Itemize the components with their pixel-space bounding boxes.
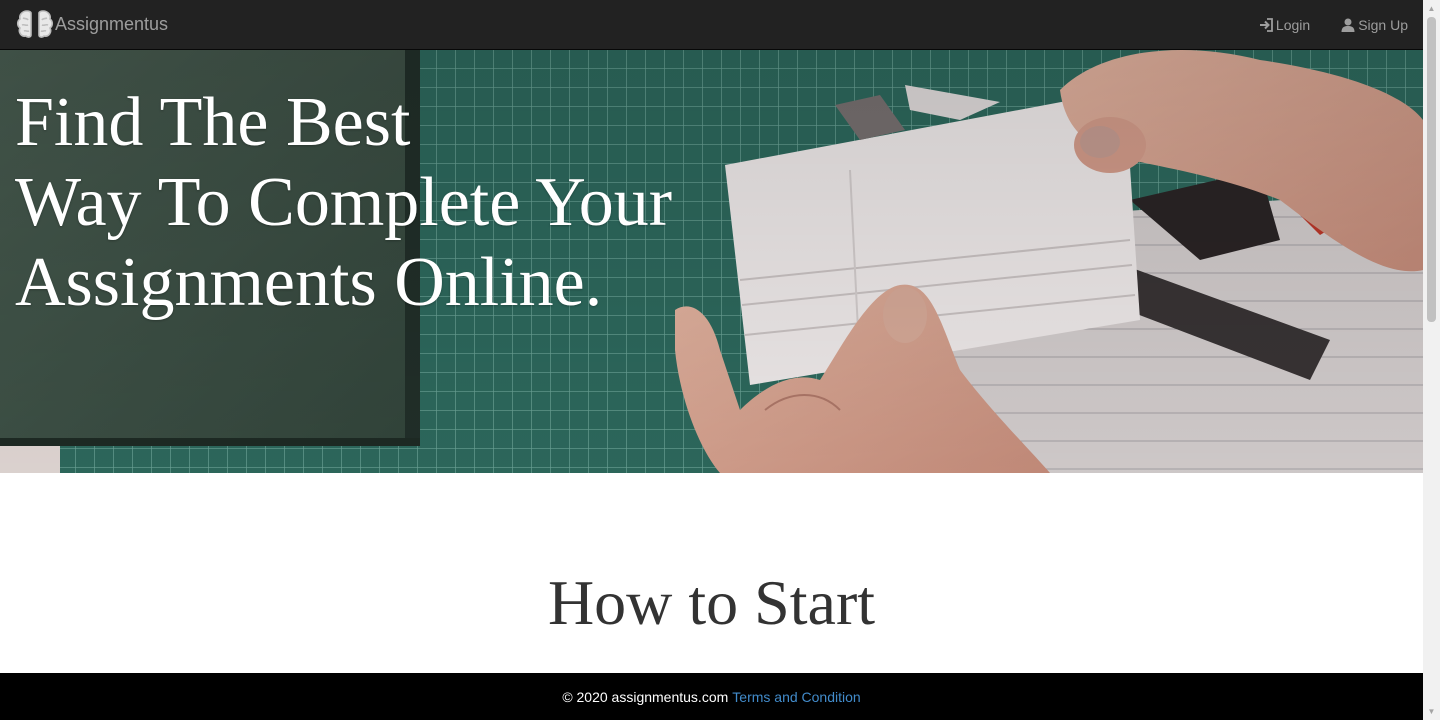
hero-title: Find The Best Way To Complete Your Assig…: [15, 83, 672, 323]
brand-link[interactable]: Assignmentus: [15, 8, 168, 40]
login-icon: [1259, 18, 1273, 32]
hero-title-line: Assignments Online.: [15, 244, 603, 321]
how-to-start-heading: How to Start: [547, 567, 876, 638]
footer-copyright: © 2020 assignmentus.com: [562, 688, 729, 705]
brand-name: Assignmentus: [55, 13, 169, 34]
terms-link[interactable]: Terms and Condition: [732, 689, 860, 705]
login-label: Login: [1275, 17, 1311, 33]
scroll-down-icon[interactable]: ▼: [1423, 703, 1440, 720]
scroll-up-icon[interactable]: ▲: [1423, 0, 1440, 17]
top-navbar: Assignmentus Login Sign Up: [0, 0, 1423, 50]
signup-link[interactable]: Sign Up: [1340, 17, 1408, 33]
footer: © 2020 assignmentus.com Terms and Condit…: [0, 673, 1423, 720]
hero-banner: Find The Best Way To Complete Your Assig…: [0, 50, 1423, 473]
login-link[interactable]: Login: [1259, 17, 1310, 33]
brain-logo-icon: [16, 10, 54, 38]
page: Assignmentus Login Sign Up Find The Best…: [0, 0, 1440, 720]
user-icon: [1341, 18, 1355, 32]
scroll-thumb[interactable]: [1427, 17, 1436, 322]
nav-right: Login Sign Up: [1229, 0, 1408, 50]
hero-title-line: Find The Best: [15, 84, 411, 161]
signup-label: Sign Up: [1358, 17, 1408, 33]
hero-title-line: Way To Complete Your: [15, 164, 673, 241]
vertical-scrollbar[interactable]: ▲ ▼: [1423, 0, 1440, 720]
